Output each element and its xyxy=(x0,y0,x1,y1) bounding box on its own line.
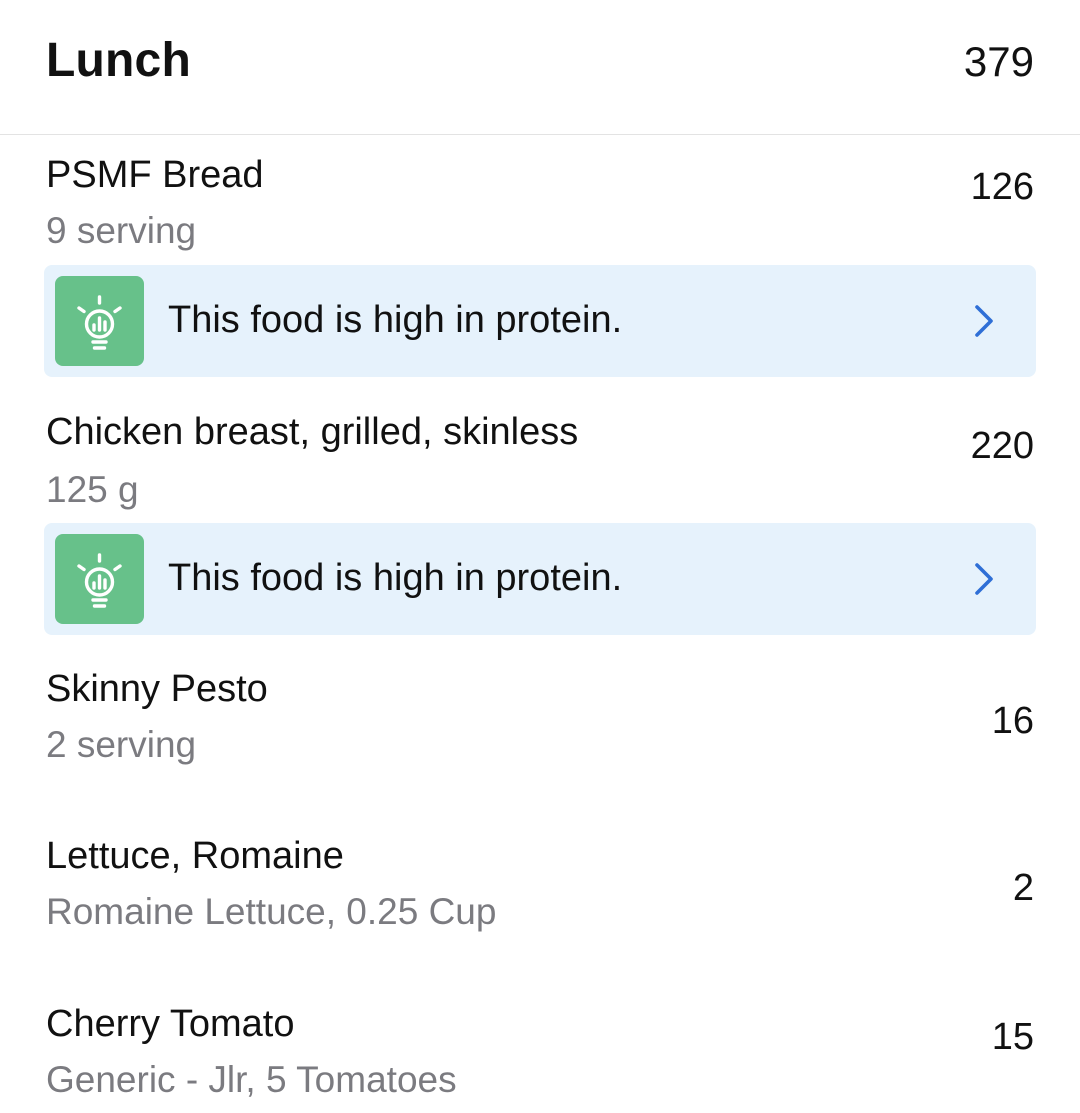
chevron-right-icon xyxy=(975,563,993,595)
food-name: PSMF Bread xyxy=(46,154,264,196)
food-item[interactable]: Cherry Tomato Generic - Jlr, 5 Tomatoes … xyxy=(0,986,1080,1113)
insight-text: This food is high in protein. xyxy=(168,557,623,599)
food-serving: Generic - Jlr, 5 Tomatoes xyxy=(46,1059,457,1100)
meal-header: Lunch 379 xyxy=(0,0,1080,135)
food-name: Cherry Tomato xyxy=(46,1003,295,1045)
food-item[interactable]: Chicken breast, grilled, skinless 125 g … xyxy=(0,395,1080,523)
protein-insight-banner[interactable]: This food is high in protein. xyxy=(44,265,1036,377)
meal-total-calories: 379 xyxy=(963,38,1034,85)
food-item[interactable]: Lettuce, Romaine Romaine Lettuce, 0.25 C… xyxy=(0,817,1080,967)
food-name: Lettuce, Romaine xyxy=(46,835,344,877)
food-serving: 2 serving xyxy=(46,724,197,765)
food-calories: 220 xyxy=(970,425,1034,467)
food-serving: 9 serving xyxy=(46,210,197,251)
food-calories: 126 xyxy=(970,166,1034,208)
insight-text: This food is high in protein. xyxy=(168,299,623,341)
lightbulb-icon xyxy=(55,276,144,366)
food-calories: 15 xyxy=(991,1016,1034,1058)
food-name: Chicken breast, grilled, skinless xyxy=(46,411,579,453)
food-item[interactable]: PSMF Bread 9 serving 126 xyxy=(0,136,1080,264)
chevron-right-icon xyxy=(975,305,993,337)
food-name: Skinny Pesto xyxy=(46,668,268,710)
meal-title: Lunch xyxy=(46,34,191,87)
food-calories: 2 xyxy=(1012,867,1034,909)
food-calories: 16 xyxy=(991,700,1034,742)
protein-insight-banner[interactable]: This food is high in protein. xyxy=(44,523,1036,635)
food-item[interactable]: Skinny Pesto 2 serving 16 xyxy=(0,650,1080,800)
food-serving: Romaine Lettuce, 0.25 Cup xyxy=(46,891,497,932)
food-serving: 125 g xyxy=(46,469,139,510)
lightbulb-icon xyxy=(55,534,144,624)
